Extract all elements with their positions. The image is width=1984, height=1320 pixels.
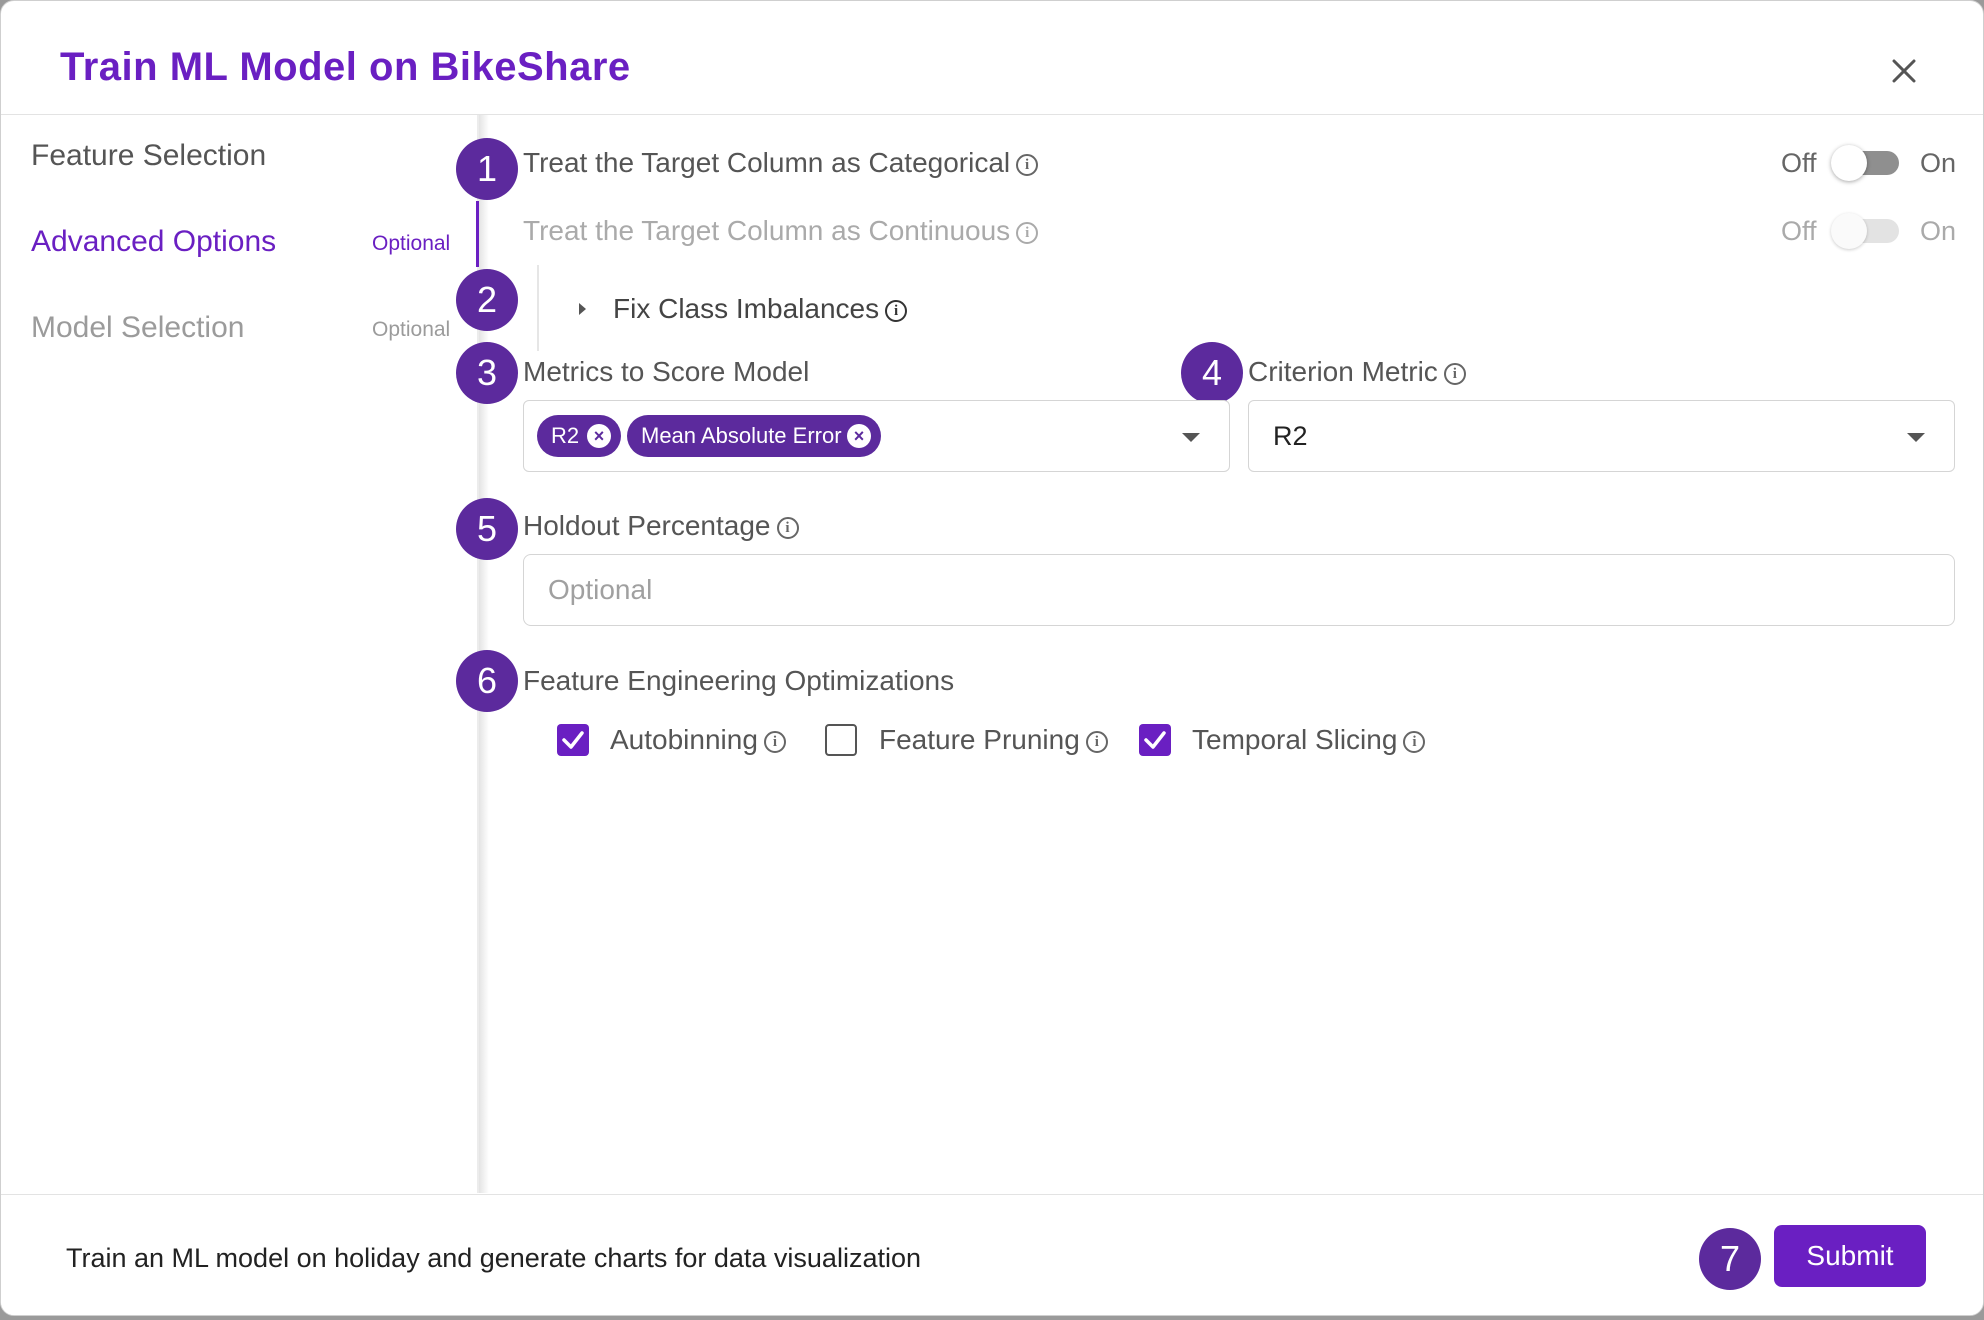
holdout-label: Holdout Percentage i xyxy=(523,510,799,542)
step-badge-6: 6 xyxy=(456,650,518,712)
dialog-title: Train ML Model on BikeShare xyxy=(60,45,631,89)
temporal-slicing-label: Temporal Slicing i xyxy=(1192,724,1426,756)
criterion-label: Criterion Metric i xyxy=(1248,356,1466,388)
autobinning-checkbox[interactable] xyxy=(557,724,589,756)
feature-pruning-label: Feature Pruning i xyxy=(879,724,1108,756)
submit-button[interactable]: Submit xyxy=(1774,1225,1926,1287)
info-icon[interactable]: i xyxy=(1016,153,1039,176)
info-icon[interactable]: i xyxy=(763,730,786,753)
continuous-label-text: Treat the Target Column as Continuous xyxy=(523,215,1011,246)
checkmark-icon xyxy=(1144,731,1166,749)
chip-remove-icon[interactable]: × xyxy=(587,424,611,448)
feature-pruning-label-text: Feature Pruning xyxy=(879,724,1080,755)
chip-remove-icon[interactable]: × xyxy=(847,424,871,448)
toggle-on-label: On xyxy=(1920,148,1957,178)
chevron-down-icon[interactable] xyxy=(1907,433,1925,442)
toggle-off-label: Off xyxy=(1781,148,1817,178)
step-badge-2: 2 xyxy=(456,269,518,331)
continuous-option-label: Treat the Target Column as Continuous i xyxy=(523,215,1039,247)
sidebar-item-advanced-options[interactable]: Advanced Options xyxy=(31,225,276,259)
train-model-dialog: Train ML Model on BikeShare Feature Sele… xyxy=(0,0,1984,1316)
temporal-slicing-label-text: Temporal Slicing xyxy=(1192,724,1398,755)
step-badge-4: 4 xyxy=(1181,342,1243,404)
info-icon[interactable]: i xyxy=(776,516,799,539)
metric-chip-r2: R2 × xyxy=(537,415,621,457)
toggle-knob xyxy=(1831,145,1867,181)
step-badge-5: 5 xyxy=(456,498,518,560)
dialog-footer: Train an ML model on holiday and generat… xyxy=(1,1194,1983,1315)
dialog-header: Train ML Model on BikeShare xyxy=(1,1,1983,115)
step-badge-3: 3 xyxy=(456,342,518,404)
categorical-label-text: Treat the Target Column as Categorical xyxy=(523,147,1011,178)
info-icon[interactable]: i xyxy=(1403,730,1426,753)
footer-description: Train an ML model on holiday and generat… xyxy=(66,1243,921,1273)
categorical-toggle[interactable] xyxy=(1831,145,1899,181)
step-badge-1: 1 xyxy=(456,138,518,200)
info-icon[interactable]: i xyxy=(1443,362,1466,385)
continuous-toggle[interactable] xyxy=(1831,213,1899,249)
categorical-option-label: Treat the Target Column as Categorical i xyxy=(523,147,1039,179)
criterion-value: R2 xyxy=(1273,421,1308,451)
toggle-on-label: On xyxy=(1920,216,1957,246)
metrics-multiselect[interactable]: R2 × Mean Absolute Error × xyxy=(523,400,1230,472)
info-icon[interactable]: i xyxy=(1085,730,1108,753)
expand-caret-icon[interactable] xyxy=(579,303,586,315)
close-icon[interactable] xyxy=(1884,51,1924,91)
toggle-knob xyxy=(1831,213,1867,249)
checkmark-icon xyxy=(562,731,584,749)
fix-class-imbalances-toggle[interactable]: Fix Class Imbalances i xyxy=(613,293,908,325)
autobinning-label-text: Autobinning xyxy=(610,724,758,755)
sidebar-optional-label: Optional xyxy=(372,232,451,255)
feature-pruning-checkbox[interactable] xyxy=(825,724,857,756)
sidebar-item-feature-selection[interactable]: Feature Selection xyxy=(31,139,266,173)
temporal-slicing-checkbox[interactable] xyxy=(1139,724,1171,756)
metrics-label: Metrics to Score Model xyxy=(523,356,810,387)
step-badge-7: 7 xyxy=(1699,1228,1761,1290)
chevron-down-icon[interactable] xyxy=(1182,433,1200,442)
info-icon[interactable]: i xyxy=(885,299,908,322)
criterion-select[interactable]: R2 xyxy=(1248,400,1955,472)
holdout-label-text: Holdout Percentage xyxy=(523,510,771,541)
metric-chip-mae: Mean Absolute Error × xyxy=(627,415,881,457)
feature-engineering-label: Feature Engineering Optimizations xyxy=(523,665,955,696)
fix-class-label-text: Fix Class Imbalances xyxy=(613,293,880,324)
toggle-off-label: Off xyxy=(1781,216,1817,246)
sidebar-item-model-selection[interactable]: Model Selection xyxy=(31,311,244,345)
chip-label: R2 xyxy=(551,423,580,448)
info-icon[interactable]: i xyxy=(1016,221,1039,244)
autobinning-label: Autobinning i xyxy=(610,724,786,756)
chip-label: Mean Absolute Error xyxy=(641,423,842,448)
holdout-percentage-input[interactable] xyxy=(523,554,1955,626)
section-guide-line xyxy=(537,265,539,351)
criterion-label-text: Criterion Metric xyxy=(1248,356,1438,387)
sidebar-optional-label: Optional xyxy=(372,318,451,341)
active-step-indicator xyxy=(476,201,479,267)
steps-sidebar: Feature Selection Advanced Options Optio… xyxy=(1,115,479,1193)
